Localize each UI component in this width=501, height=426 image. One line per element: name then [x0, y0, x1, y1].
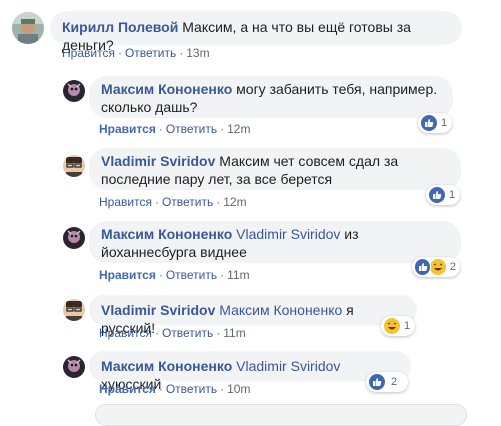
- like-link[interactable]: Нравится: [99, 268, 156, 282]
- reply-link[interactable]: Ответить: [166, 122, 217, 136]
- like-reaction-icon: [368, 373, 386, 391]
- like-reaction-icon: [428, 186, 446, 204]
- reaction-count: 1: [404, 320, 411, 332]
- comment-author[interactable]: Vladimir Sviridov: [101, 153, 215, 169]
- like-reaction-icon: [420, 114, 438, 132]
- avatar[interactable]: [12, 12, 44, 44]
- reply-link[interactable]: Ответить: [166, 268, 217, 282]
- comment-actions: Нравится · Ответить · 12m: [99, 195, 247, 209]
- comment-actions: Нравится · Ответить · 10m: [99, 382, 251, 396]
- mention-link[interactable]: Vladimir Sviridov: [236, 358, 340, 374]
- comment-bubble: Vladimir Sviridov Максим Кононенко я рус…: [89, 295, 417, 336]
- reply-link[interactable]: Ответить: [125, 46, 176, 60]
- comment-bubble: Кирилл Полевой Максим, а на что вы ещё г…: [50, 11, 462, 53]
- reaction-summary[interactable]: 2: [412, 257, 460, 277]
- timestamp[interactable]: 12m: [223, 195, 246, 209]
- like-link[interactable]: Нравится: [99, 382, 156, 396]
- avatar[interactable]: [63, 227, 85, 249]
- comment-actions: Нравится · Ответить · 11m: [99, 326, 246, 340]
- reply-link[interactable]: Ответить: [162, 195, 213, 209]
- comment-author[interactable]: Vladimir Sviridov: [101, 302, 215, 318]
- avatar[interactable]: [63, 356, 85, 378]
- timestamp[interactable]: 11m: [223, 326, 245, 340]
- timestamp[interactable]: 11m: [227, 268, 249, 282]
- reaction-summary[interactable]: 1: [381, 316, 415, 336]
- comment-author[interactable]: Максим Кононенко: [101, 81, 232, 97]
- like-link[interactable]: Нравится: [62, 46, 115, 60]
- comment-bubble: Максим Кононенко Vladimir Sviridov хуюсс…: [89, 351, 411, 392]
- reply-link[interactable]: Ответить: [166, 382, 217, 396]
- reaction-summary[interactable]: 2: [366, 372, 408, 392]
- comment-actions: Нравится · Ответить · 13m: [62, 46, 210, 60]
- avatar[interactable]: [63, 80, 85, 102]
- reaction-count: 1: [441, 117, 448, 129]
- reaction-count: 2: [391, 376, 398, 388]
- timestamp[interactable]: 12m: [227, 122, 250, 136]
- comment-bubble: Vladimir Sviridov Максим чет совсем сдал…: [89, 148, 461, 190]
- comment-author[interactable]: Максим Кононенко: [101, 358, 232, 374]
- reaction-count: 1: [449, 189, 456, 201]
- reaction-summary[interactable]: 1: [426, 185, 460, 205]
- mention-link[interactable]: Vladimir Sviridov: [236, 226, 340, 242]
- timestamp[interactable]: 13m: [186, 46, 209, 60]
- comment-bubble: Максим Кононенко Vladimir Sviridov из йо…: [89, 221, 461, 263]
- comment-actions: Нравится · Ответить · 12m: [99, 122, 251, 136]
- timestamp[interactable]: 10m: [227, 382, 250, 396]
- reaction-count: 2: [449, 261, 456, 273]
- reply-input[interactable]: [95, 404, 467, 426]
- like-link[interactable]: Нравится: [99, 326, 152, 340]
- haha-reaction-icon: [383, 317, 401, 335]
- avatar[interactable]: [63, 155, 85, 177]
- like-link[interactable]: Нравится: [99, 122, 156, 136]
- comment-actions: Нравится · Ответить · 11m: [99, 268, 250, 282]
- avatar[interactable]: [63, 299, 85, 321]
- reaction-summary[interactable]: 1: [418, 113, 452, 133]
- like-link[interactable]: Нравится: [99, 195, 152, 209]
- reply-link[interactable]: Ответить: [162, 326, 213, 340]
- comment-author[interactable]: Максим Кононенко: [101, 226, 232, 242]
- comment-author[interactable]: Кирилл Полевой: [62, 19, 178, 35]
- haha-reaction-icon: [429, 258, 447, 276]
- mention-link[interactable]: Максим Кононенко: [219, 302, 342, 318]
- like-reaction-icon: [414, 258, 432, 276]
- comment-bubble: Максим Кононенко могу забанить тебя, нап…: [89, 76, 453, 118]
